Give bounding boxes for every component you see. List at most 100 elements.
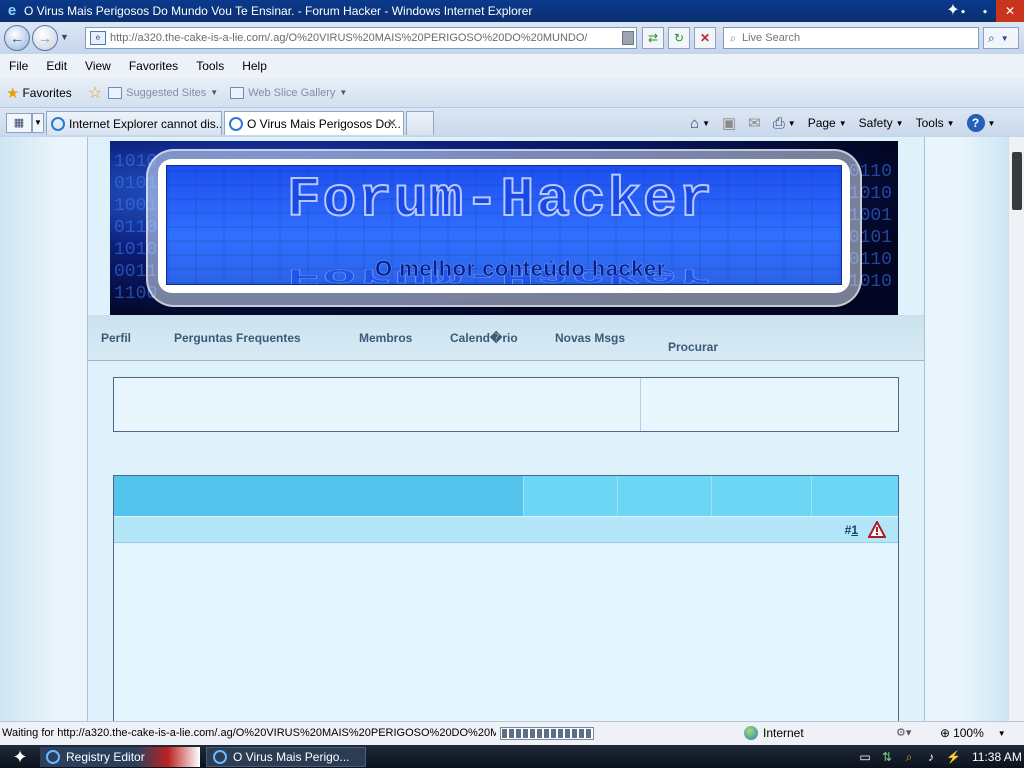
header-cell: [618, 476, 712, 516]
back-button[interactable]: ←: [4, 25, 30, 51]
menu-favorites[interactable]: Favorites: [120, 59, 187, 73]
menu-view[interactable]: View: [76, 59, 120, 73]
read-mail-button[interactable]: ✉: [748, 114, 761, 132]
search-tray-icon[interactable]: ⌕: [902, 750, 916, 764]
safety-menu-label: Safety: [858, 116, 893, 130]
banner-inner: Forum-Hacker Forum-Hacker O melhor conte…: [166, 165, 842, 285]
tab-list-dropdown[interactable]: ▼: [32, 113, 44, 133]
magnifier-icon: ⌕: [988, 30, 995, 45]
quick-tabs-button[interactable]: ▦: [6, 113, 32, 133]
page-icon: [230, 86, 245, 99]
progress-segment: [586, 729, 591, 738]
title-bar: e O Virus Mais Perigosos Do Mundo Vou Te…: [0, 0, 1024, 22]
home-button[interactable]: ⌂ ▼: [690, 115, 710, 132]
nav-membros[interactable]: Membros: [359, 331, 412, 345]
address-dropdown-icon[interactable]: [622, 31, 634, 45]
search-input[interactable]: [742, 32, 962, 44]
security-zone[interactable]: Internet: [744, 726, 804, 740]
page-menu[interactable]: Page ▼: [808, 116, 847, 130]
taskbar-item-ie[interactable]: O Virus Mais Perigo...: [206, 747, 366, 767]
menu-tools[interactable]: Tools: [187, 59, 233, 73]
print-button[interactable]: ⎙ ▼: [773, 115, 796, 132]
chevron-down-icon: ▼: [702, 118, 710, 128]
nav-procurar[interactable]: Procurar: [668, 340, 718, 354]
chevron-down-icon: ▼: [838, 118, 847, 128]
web-slice-gallery-link[interactable]: Web Slice Gallery ▼: [230, 86, 347, 99]
forum-banner[interactable]: 1010 0101 1001 0110 1010 0011 1100 0110 …: [110, 141, 898, 315]
page-icon: e: [90, 31, 106, 45]
rss-icon: ▣: [721, 115, 737, 132]
network-icon[interactable]: ⇅: [880, 750, 894, 764]
progress-segment: [502, 729, 507, 738]
command-bar: ⌂ ▼ ▣ ✉ ⎙ ▼ Page ▼ Safety ▼ Tools ▼ ? ▼: [690, 112, 1007, 134]
menu-file[interactable]: File: [0, 59, 37, 73]
nav-calendario[interactable]: Calend�rio: [450, 331, 518, 345]
search-button[interactable]: ⌕ ▼: [983, 27, 1019, 49]
suggested-sites-link[interactable]: Suggested Sites ▼: [108, 86, 218, 99]
page-icon: [108, 86, 123, 99]
refresh-button[interactable]: ↻: [668, 27, 690, 49]
progress-segment: [537, 729, 542, 738]
globe-icon: [744, 726, 758, 740]
address-toolbar: ← → ▼ e http://a320.the-cake-is-a-lie.co…: [0, 22, 1024, 54]
menu-help[interactable]: Help: [233, 59, 276, 73]
recent-pages-dropdown-icon[interactable]: ▼: [60, 32, 72, 44]
new-tab-button[interactable]: [406, 111, 434, 135]
maximize-button[interactable]: ⬩: [974, 0, 996, 22]
page-menu-label: Page: [807, 116, 836, 130]
forum-nav: Perfil Perguntas Frequentes Membros Cale…: [88, 315, 924, 361]
stop-button[interactable]: ✕: [694, 27, 716, 49]
ie-logo-icon: e: [7, 2, 17, 19]
close-tab-icon[interactable]: ✕: [387, 116, 397, 130]
feeds-button[interactable]: ▣: [722, 114, 736, 132]
minimize-button[interactable]: ⬩: [952, 0, 974, 22]
protected-mode-icon[interactable]: ⚙▾: [896, 726, 911, 739]
header-cell: [812, 476, 898, 516]
menu-edit[interactable]: Edit: [37, 59, 76, 73]
favorites-button[interactable]: ★ Favorites: [6, 84, 72, 102]
window-controls: ⬩ ⬩ ✕: [952, 0, 1024, 22]
report-warning-icon[interactable]: [868, 521, 886, 538]
nav-novas-msgs[interactable]: Novas Msgs: [555, 331, 625, 345]
power-icon[interactable]: ⚡: [946, 750, 961, 764]
volume-icon[interactable]: ♪: [924, 750, 938, 764]
start-button[interactable]: ✦: [4, 747, 36, 767]
search-field[interactable]: ⌕: [723, 27, 979, 49]
status-bar: Waiting for http://a320.the-cake-is-a-li…: [0, 721, 1024, 745]
nav-perfil[interactable]: Perfil: [101, 331, 131, 345]
tab-label: Internet Explorer cannot dis...: [69, 116, 222, 131]
address-input[interactable]: e http://a320.the-cake-is-a-lie.com/.ag/…: [85, 27, 637, 49]
mail-icon: ✉: [748, 115, 761, 132]
add-favorite-icon[interactable]: ☆: [88, 83, 102, 103]
chevron-down-icon: ▼: [895, 118, 904, 128]
chevron-down-icon: ▼: [787, 118, 796, 128]
progress-segment: [565, 729, 570, 738]
close-button[interactable]: ✕: [996, 0, 1024, 22]
help-button[interactable]: ? ▼: [966, 114, 995, 132]
forward-button[interactable]: →: [32, 25, 58, 51]
progress-segment: [572, 729, 577, 738]
post-permalink[interactable]: #1: [845, 523, 858, 537]
tab-ie-cannot-display[interactable]: Internet Explorer cannot dis...: [46, 111, 222, 135]
tab-virus-page[interactable]: O Virus Mais Perigosos Do... ✕: [224, 111, 404, 135]
scroll-thumb[interactable]: [1012, 152, 1022, 210]
post-table: #1: [113, 475, 899, 721]
progress-segment: [579, 729, 584, 738]
forum-container: 1010 0101 1001 0110 1010 0011 1100 0110 …: [87, 137, 925, 721]
tools-menu[interactable]: Tools ▼: [916, 116, 955, 130]
keyboard-icon[interactable]: ▭: [858, 750, 872, 764]
zoom-control[interactable]: ⊕ 100% ▼: [940, 726, 1006, 740]
vertical-scrollbar[interactable]: [1008, 137, 1024, 721]
compatibility-view-button[interactable]: ⇄: [642, 27, 664, 49]
banner-tagline: O melhor conteúdo hacker: [375, 256, 666, 282]
chevron-down-icon: ▼: [1000, 33, 1009, 43]
page-viewport: 1010 0101 1001 0110 1010 0011 1100 0110 …: [0, 137, 1024, 721]
taskbar-item-registry-editor[interactable]: Registry Editor: [40, 747, 200, 767]
home-icon: ⌂: [690, 114, 700, 132]
safety-menu[interactable]: Safety ▼: [859, 116, 904, 130]
info-box: [113, 377, 899, 432]
registry-icon: [46, 750, 60, 764]
suggested-sites-label: Suggested Sites: [126, 86, 207, 99]
nav-faq[interactable]: Perguntas Frequentes: [174, 331, 301, 345]
tab-label: O Virus Mais Perigosos Do...: [247, 116, 401, 131]
